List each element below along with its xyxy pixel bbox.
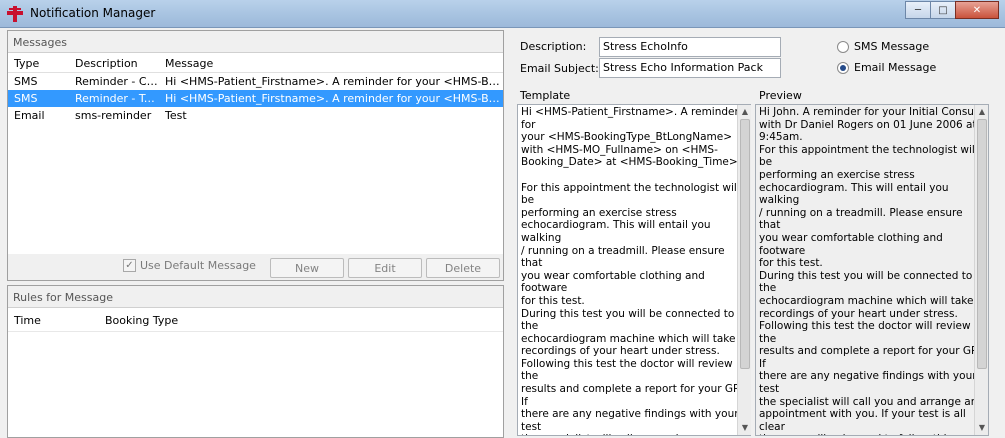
email-subject-label: Email Subject:	[520, 62, 599, 75]
email-message-radio[interactable]: Email Message	[837, 61, 936, 74]
column-time[interactable]: Time	[8, 314, 99, 331]
messages-group-label: Messages	[8, 31, 503, 53]
column-type[interactable]: Type	[8, 57, 69, 72]
scroll-down-icon[interactable]: ▼	[740, 423, 750, 433]
message-type: Email	[14, 109, 45, 122]
message-description: sms-reminder	[75, 109, 152, 122]
description-label: Description:	[520, 40, 587, 53]
message-text: Hi <HMS-Patient_Firstname>. A reminder f…	[165, 75, 503, 88]
sms-message-label: SMS Message	[854, 40, 930, 53]
message-description: Reminder - Co...	[75, 75, 159, 88]
scroll-up-icon[interactable]: ▲	[977, 107, 987, 117]
message-row-selected[interactable]: SMS Reminder - Test Hi <HMS-Patient_Firs…	[8, 90, 503, 107]
scroll-up-icon[interactable]: ▲	[740, 107, 750, 117]
minimize-button[interactable]: ─	[905, 1, 931, 19]
rules-group-label: Rules for Message	[8, 286, 503, 308]
close-button[interactable]: ✕	[955, 1, 999, 19]
title-bar: Notification Manager ─ □ ✕	[0, 0, 1005, 28]
rules-list-header: Time Booking Type	[8, 308, 503, 332]
message-text: Test	[165, 109, 187, 122]
maximize-button[interactable]: □	[930, 1, 956, 19]
checkmark-icon: ✓	[123, 259, 136, 272]
maximize-icon: □	[938, 4, 948, 16]
close-icon: ✕	[972, 4, 982, 16]
messages-list-header: Type Description Message	[8, 53, 503, 73]
messages-action-bar: ✓ Use Default Message New Edit Delete	[8, 254, 503, 280]
radio-unchecked-icon	[837, 40, 849, 53]
use-default-label: Use Default Message	[140, 259, 256, 272]
message-row[interactable]: SMS Reminder - Co... Hi <HMS-Patient_Fir…	[8, 73, 503, 90]
preview-label: Preview	[759, 89, 802, 102]
template-label: Template	[520, 89, 571, 102]
message-description: Reminder - Test	[75, 92, 159, 105]
message-type: SMS	[14, 75, 38, 88]
delete-button[interactable]: Delete	[426, 258, 500, 278]
use-default-checkbox[interactable]: ✓ Use Default Message	[123, 259, 256, 272]
template-textarea[interactable]: Hi <HMS-Patient_Firstname>. A reminder f…	[517, 104, 751, 436]
column-description[interactable]: Description	[69, 57, 159, 72]
scroll-thumb[interactable]	[740, 119, 750, 369]
description-input[interactable]: Stress EchoInfo	[599, 37, 781, 57]
window-title: Notification Manager	[30, 6, 156, 20]
message-editor: Description: Stress EchoInfo Email Subje…	[508, 30, 1005, 438]
scroll-down-icon[interactable]: ▼	[977, 423, 987, 433]
column-message[interactable]: Message	[159, 57, 503, 72]
messages-panel: Messages Type Description Message SMS Re…	[7, 30, 504, 281]
scroll-thumb[interactable]	[977, 119, 987, 369]
message-row[interactable]: Email sms-reminder Test	[8, 107, 503, 124]
template-scrollbar[interactable]: ▲ ▼	[737, 105, 751, 435]
preview-scrollbar[interactable]: ▲ ▼	[974, 105, 988, 435]
column-booking-type[interactable]: Booking Type	[99, 314, 399, 331]
email-message-label: Email Message	[854, 61, 937, 74]
message-type: SMS	[14, 92, 38, 105]
email-subject-input[interactable]: Stress Echo Information Pack	[599, 58, 781, 78]
rules-panel: Rules for Message Time Booking Type	[7, 285, 504, 438]
new-button[interactable]: New	[270, 258, 344, 278]
edit-button[interactable]: Edit	[348, 258, 422, 278]
radio-checked-icon	[837, 61, 849, 74]
preview-textarea: Hi John. A reminder for your Initial Con…	[755, 104, 989, 436]
minimize-icon: ─	[914, 4, 922, 16]
app-cross-icon	[7, 6, 23, 22]
sms-message-radio[interactable]: SMS Message	[837, 40, 929, 53]
message-text: Hi <HMS-Patient_Firstname>. A reminder f…	[165, 92, 503, 105]
